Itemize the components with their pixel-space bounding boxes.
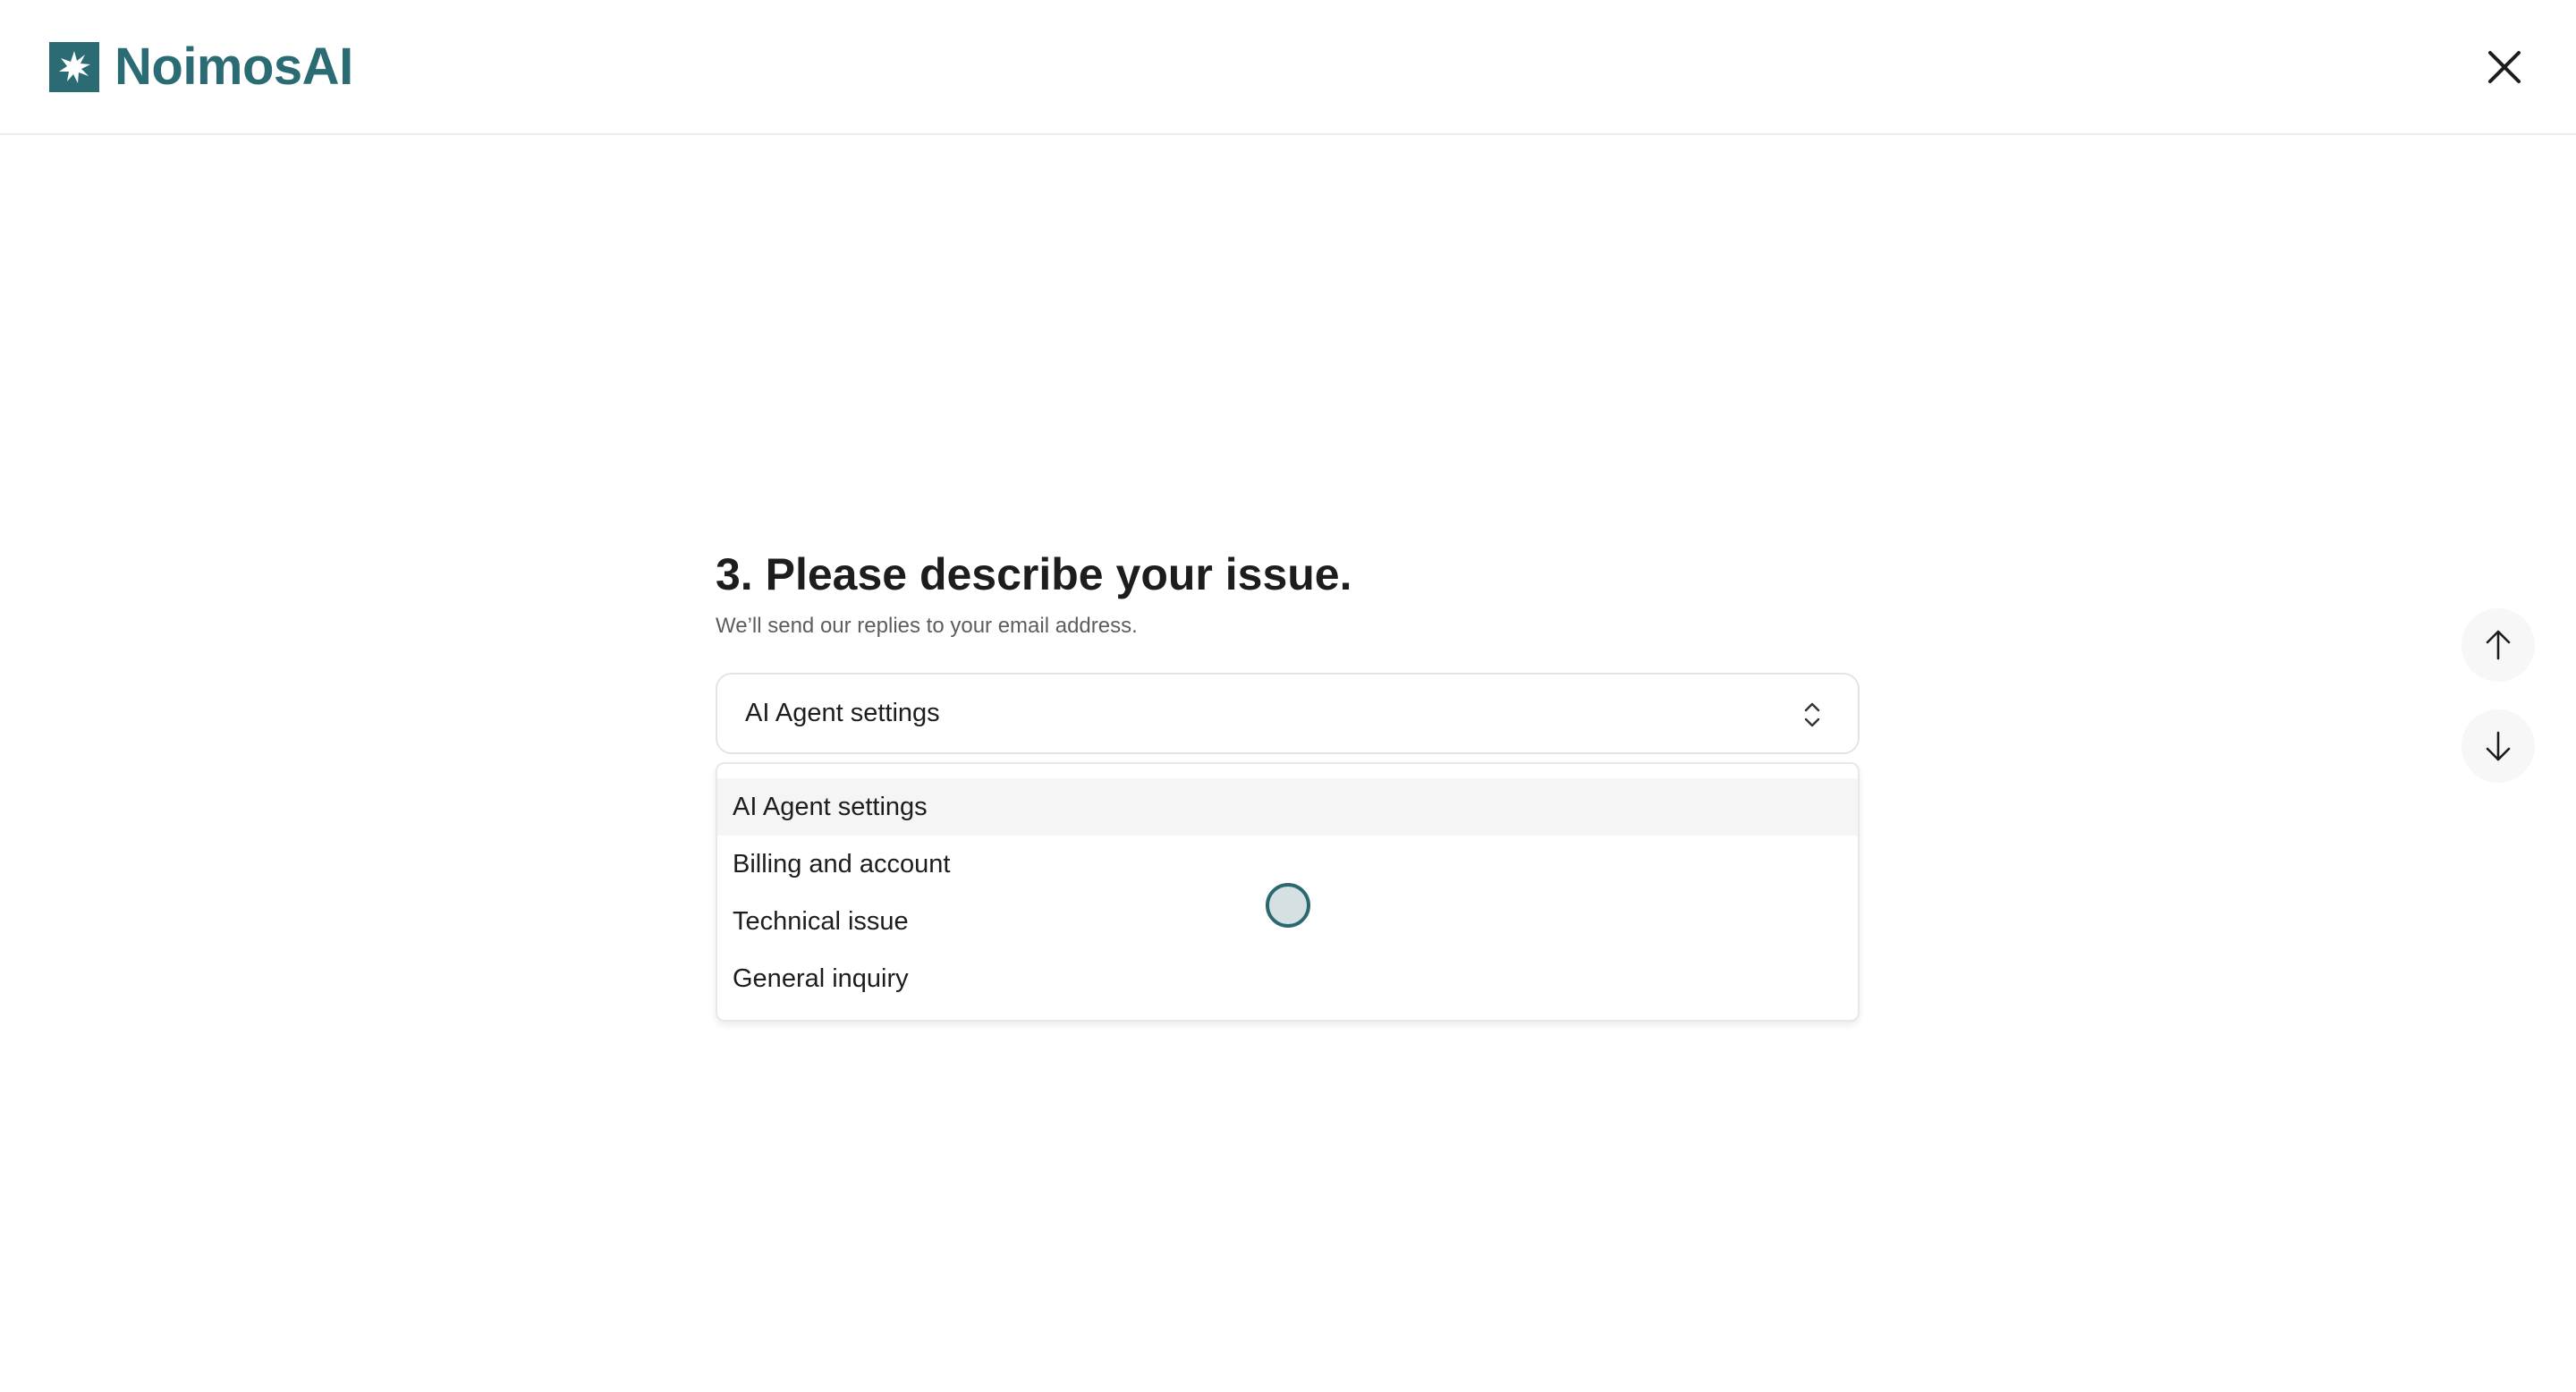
cursor-indicator: [1266, 883, 1310, 928]
question-title: 3. Please describe your issue.: [716, 549, 1352, 599]
close-button[interactable]: [2482, 45, 2527, 89]
option-label: Billing and account: [733, 849, 951, 878]
question-subtitle: We’ll send our replies to your email add…: [716, 614, 1138, 638]
next-question-button[interactable]: [2462, 709, 2535, 783]
header: NoimosAI: [0, 0, 2576, 135]
brand-name: NoimosAI: [114, 38, 353, 96]
chevron-up-down-icon: [1804, 702, 1820, 727]
select-value: AI Agent settings: [745, 699, 940, 727]
option-label: AI Agent settings: [733, 792, 928, 821]
option-general-inquiry[interactable]: General inquiry: [717, 950, 1858, 1007]
question-block: 3. Please describe your issue. We’ll sen…: [716, 550, 1860, 639]
issue-category-select[interactable]: AI Agent settings: [716, 673, 1860, 754]
arrow-up-icon: [2486, 630, 2511, 660]
arrow-down-icon: [2486, 731, 2511, 761]
starburst-logo-icon: [49, 42, 99, 92]
brand-logo[interactable]: NoimosAI: [49, 41, 353, 93]
close-icon: [2488, 51, 2521, 83]
option-label: Technical issue: [733, 906, 909, 936]
option-ai-agent-settings[interactable]: AI Agent settings: [717, 778, 1858, 836]
previous-question-button[interactable]: [2462, 608, 2535, 682]
option-label: General inquiry: [733, 963, 909, 993]
